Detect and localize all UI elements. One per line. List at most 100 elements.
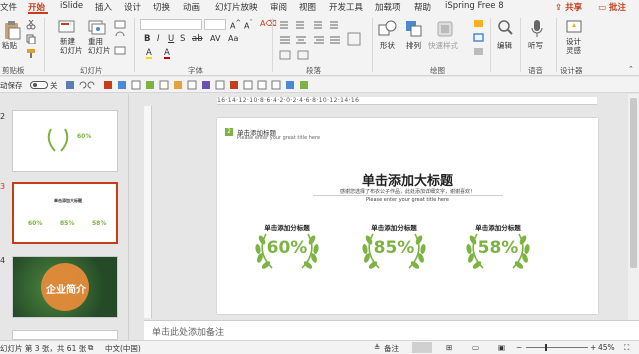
paragraph-tools-icons[interactable] <box>278 19 368 63</box>
tab-review[interactable]: 审阅 <box>270 1 287 13</box>
share-label: 共享 <box>565 3 583 13</box>
stat-value[interactable]: 85% <box>359 238 429 258</box>
scrollbar-thumb[interactable] <box>630 98 637 268</box>
tab-transitions[interactable]: 切换 <box>153 1 170 13</box>
char-spacing-icon[interactable]: AV <box>210 34 220 43</box>
description-en[interactable]: Please enter your great title here <box>217 197 598 203</box>
slide-thumbnail-selected[interactable]: 单击添加大标题 60% 85% 58% <box>12 182 118 244</box>
notes-toggle-button[interactable]: 备注 <box>384 343 399 354</box>
language-status[interactable]: 中文(中国) <box>105 343 141 354</box>
slide-thumbnail-partial[interactable] <box>12 330 118 340</box>
tab-islide[interactable]: iSlide <box>60 1 83 11</box>
zoom-out-icon[interactable]: − <box>516 343 522 352</box>
autosave-toggle[interactable] <box>30 81 48 89</box>
zoom-in-icon[interactable]: + <box>590 343 596 352</box>
collapse-ribbon-icon[interactable]: ⌃ <box>628 65 634 73</box>
group-divider <box>44 18 45 72</box>
zoom-level[interactable]: 45% <box>598 343 615 352</box>
slide-sorter-icon[interactable]: ⊞ <box>446 343 452 352</box>
main-title[interactable]: 单击添加大标题 <box>217 170 598 189</box>
design-ideas-icon[interactable] <box>566 19 582 37</box>
font-name-box[interactable] <box>140 19 202 30</box>
qat-icons[interactable] <box>66 80 326 90</box>
thumb-value: 85% <box>60 220 75 227</box>
dictate-label[interactable]: 听写 <box>528 41 543 50</box>
slideshow-icon[interactable]: ▣ <box>498 343 505 352</box>
notes-pane[interactable]: 单击此处添加备注 <box>144 320 639 340</box>
slide-thumbnail[interactable]: 企业简介 <box>12 256 118 318</box>
comment-button[interactable]: ▭ 批注 <box>598 1 626 13</box>
change-case-icon[interactable]: Aa <box>228 34 238 43</box>
format-painter-icon[interactable] <box>26 48 36 58</box>
reading-view-icon[interactable]: ▭ <box>472 343 479 352</box>
arrange-label[interactable]: 排列 <box>406 41 421 50</box>
clear-format-icon[interactable]: A⌫ <box>260 19 277 28</box>
group-label-drawing: 绘图 <box>430 66 445 75</box>
font-color-icon[interactable]: A <box>164 49 170 59</box>
accessibility-icon[interactable]: ⧉ <box>88 343 93 353</box>
normal-view-button[interactable] <box>412 342 432 353</box>
cut-icon[interactable] <box>26 20 36 30</box>
group-label-paragraph: 段落 <box>306 66 321 75</box>
new-slide-label[interactable]: 新建 幻灯片 <box>60 37 83 55</box>
slide-thumbnail[interactable]: 60% <box>12 110 118 172</box>
new-slide-icon[interactable] <box>58 19 76 35</box>
slide-layout-icons[interactable] <box>114 20 128 60</box>
quick-styles-icon[interactable] <box>436 19 456 39</box>
slide-canvas[interactable]: 2 单击添加标题 Please enter your great title h… <box>217 118 598 314</box>
group-label-font: 字体 <box>188 66 203 75</box>
tab-insert[interactable]: 插入 <box>95 1 112 13</box>
underline-icon[interactable]: U <box>168 34 174 44</box>
thumb-number: 2 <box>0 112 6 121</box>
notes-placeholder[interactable]: 单击此处添加备注 <box>152 325 224 338</box>
section-subtitle[interactable]: Please enter your great title here <box>237 135 320 141</box>
paste-label: 粘贴 <box>2 41 17 50</box>
share-button[interactable]: ⇪ 共享 <box>555 1 582 13</box>
bold-icon[interactable]: B <box>144 34 150 44</box>
tab-addins[interactable]: 加载项 <box>375 1 401 13</box>
font-grow-icon[interactable]: A^ <box>230 19 241 31</box>
thumb-number: 3 <box>0 182 6 191</box>
tab-view[interactable]: 视图 <box>299 1 316 13</box>
reuse-slide-label[interactable]: 重用 幻灯片 <box>88 37 111 55</box>
edit-label[interactable]: 编辑 <box>497 41 512 50</box>
ribbon: 粘贴 剪贴板 新建 幻灯片 重用 幻灯片 幻灯片 A^ Aˇ A⌫ B I U … <box>0 14 639 76</box>
description-cn[interactable]: 感谢您选择了布衣公子作品，此处添加详细文字，谢谢喜欢！ <box>217 188 598 195</box>
shapes-icon[interactable] <box>378 19 398 39</box>
italic-icon[interactable]: I <box>157 34 160 44</box>
zoom-slider[interactable] <box>526 347 588 348</box>
notes-icon[interactable]: ≜ <box>374 343 380 352</box>
shape-format-icons[interactable] <box>472 19 486 59</box>
copy-icon[interactable] <box>26 34 36 44</box>
quick-styles-label[interactable]: 快速样式 <box>428 41 458 50</box>
font-shrink-icon[interactable]: Aˇ <box>244 19 253 31</box>
edit-icon[interactable] <box>497 19 513 39</box>
tab-file[interactable]: 文件 <box>0 1 17 13</box>
reuse-slide-icon[interactable] <box>88 19 106 35</box>
tab-slideshow[interactable]: 幻灯片放映 <box>215 1 258 13</box>
arrange-icon[interactable] <box>404 19 424 39</box>
stat-value[interactable]: 58% <box>463 238 533 258</box>
fit-to-window-icon[interactable]: ⛶ <box>624 343 629 353</box>
shapes-label[interactable]: 形状 <box>380 41 395 50</box>
pane-splitter[interactable] <box>128 94 144 340</box>
font-size-box[interactable] <box>204 19 226 30</box>
shadow-icon[interactable]: S <box>180 34 185 44</box>
vertical-scrollbar[interactable] <box>628 94 639 320</box>
paste-icon[interactable] <box>3 20 21 40</box>
strikethrough-icon[interactable]: ab <box>192 34 203 44</box>
microphone-icon[interactable] <box>530 19 544 39</box>
tab-animations[interactable]: 动画 <box>183 1 200 13</box>
tab-developer[interactable]: 开发工具 <box>329 1 363 13</box>
tab-help[interactable]: 帮助 <box>414 1 431 13</box>
tab-ispring[interactable]: iSpring Free 8 <box>445 1 504 11</box>
group-label-slides: 幻灯片 <box>80 66 103 75</box>
slide-thumbnails-pane: 2 60% 3 单击添加大标题 60% 85% 58% 4 企业简介 <box>0 94 128 340</box>
group-label-clipboard: 剪贴板 <box>2 66 25 75</box>
tab-design[interactable]: 设计 <box>124 1 141 13</box>
toggle-knob <box>33 83 37 87</box>
highlight-icon[interactable]: A <box>146 49 152 59</box>
stat-value[interactable]: 60% <box>252 238 322 258</box>
design-ideas-label[interactable]: 设计 灵感 <box>566 37 581 55</box>
zoom-slider-handle[interactable] <box>545 344 547 351</box>
